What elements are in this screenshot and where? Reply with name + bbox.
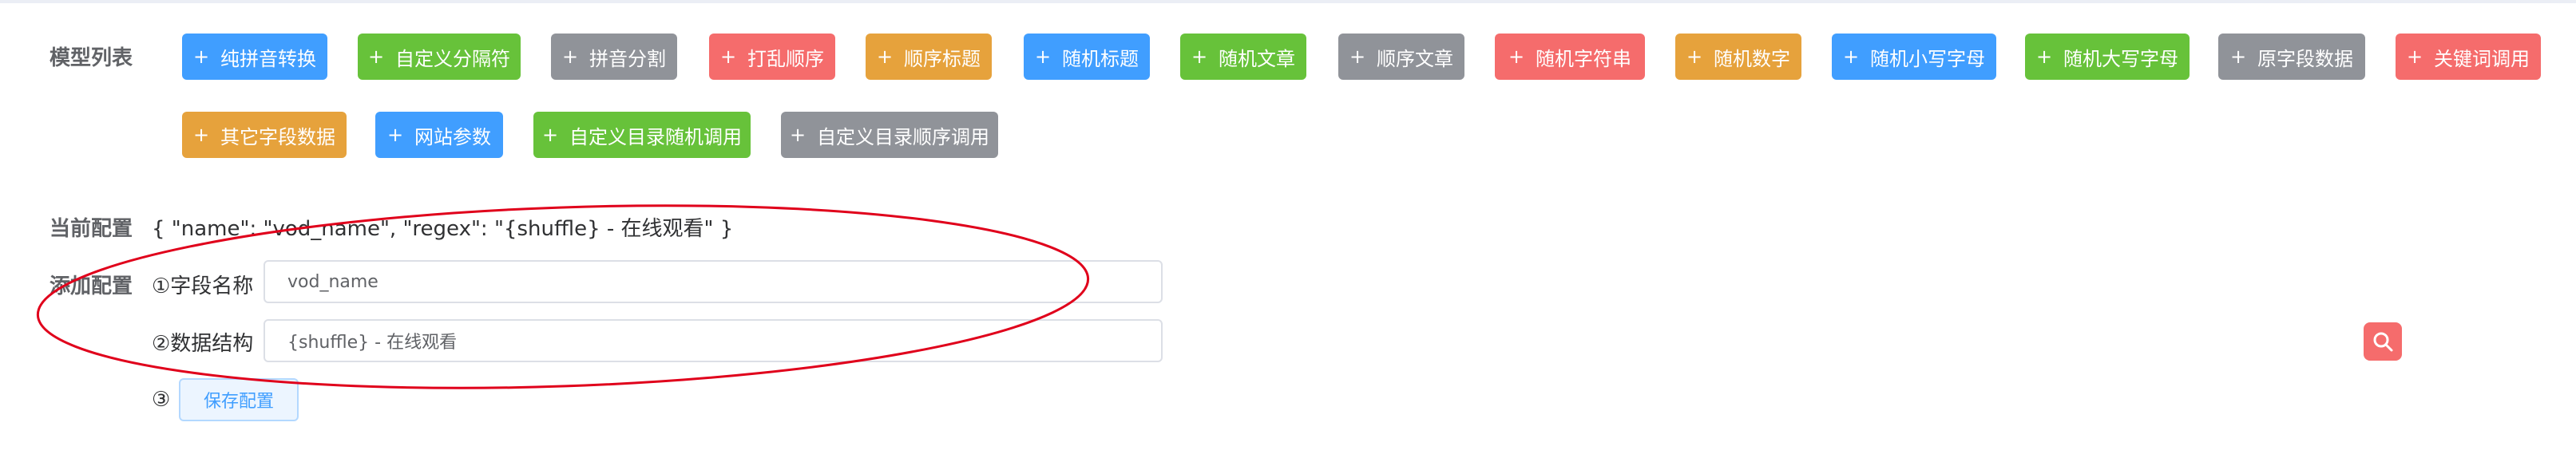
model-button-random-number[interactable]: + 随机数字 <box>1675 34 1801 80</box>
current-config-label: 当前配置 <box>50 217 133 241</box>
button-label: 打乱顺序 <box>747 47 825 70</box>
button-label: 网站参数 <box>414 125 492 148</box>
plus-icon: + <box>192 45 210 68</box>
button-label: 拼音分割 <box>589 47 667 70</box>
button-label: 原字段数据 <box>2257 47 2354 70</box>
button-label: 顺序文章 <box>1377 47 1454 70</box>
model-button-random-uppercase[interactable]: + 随机大写字母 <box>2025 34 2190 80</box>
plus-icon: + <box>1686 45 1703 68</box>
model-button-random-article[interactable]: + 随机文章 <box>1180 34 1306 80</box>
model-button-keyword-call[interactable]: + 关键词调用 <box>2396 34 2541 80</box>
plus-icon: + <box>2035 45 2053 68</box>
button-label: 纯拼音转换 <box>220 47 317 70</box>
button-label: 自定义目录随机调用 <box>569 125 743 148</box>
plus-icon: + <box>2229 45 2247 68</box>
search-button[interactable] <box>2364 322 2402 361</box>
button-label: 关键词调用 <box>2434 47 2530 70</box>
plus-icon: + <box>367 45 385 68</box>
button-label: 随机标题 <box>1062 47 1139 70</box>
button-label: 其它字段数据 <box>220 125 336 148</box>
model-button-other-field[interactable]: + 其它字段数据 <box>182 112 347 158</box>
model-button-original-field[interactable]: + 原字段数据 <box>2218 34 2365 80</box>
save-config-button[interactable]: 保存配置 <box>179 378 299 421</box>
plus-icon: + <box>561 45 579 68</box>
plus-icon: + <box>1034 45 1052 68</box>
button-label: 随机文章 <box>1219 47 1296 70</box>
model-button-sequential-title[interactable]: + 顺序标题 <box>866 34 992 80</box>
step3-label: ③ <box>152 388 171 412</box>
plus-icon: + <box>876 45 894 68</box>
plus-icon: + <box>386 124 404 146</box>
model-button-site-params[interactable]: + 网站参数 <box>375 112 503 158</box>
button-label: 顺序标题 <box>904 47 981 70</box>
button-label: 自定义分隔符 <box>395 47 511 70</box>
button-label: 随机数字 <box>1714 47 1791 70</box>
current-config-value: { "name": "vod_name", "regex": "{shuffle… <box>152 217 734 241</box>
model-button-random-title[interactable]: + 随机标题 <box>1024 34 1150 80</box>
plus-icon: + <box>789 124 806 146</box>
button-label: 随机大写字母 <box>2063 47 2179 70</box>
plus-icon: + <box>719 45 737 68</box>
field-name-label: ①字段名称 <box>152 274 254 298</box>
model-button-custom-separator[interactable]: + 自定义分隔符 <box>358 34 521 80</box>
model-list-label: 模型列表 <box>50 46 133 70</box>
model-button-random-string[interactable]: + 随机字符串 <box>1495 34 1645 80</box>
model-button-custom-dir-random[interactable]: + 自定义目录随机调用 <box>533 112 751 158</box>
data-structure-value: {shuffle} - 在线观看 <box>287 333 458 353</box>
plus-icon: + <box>1508 45 1525 68</box>
search-icon <box>2373 332 2393 352</box>
model-button-custom-dir-sequential[interactable]: + 自定义目录顺序调用 <box>781 112 998 158</box>
plus-icon: + <box>541 124 559 146</box>
model-button-pure-pinyin[interactable]: + 纯拼音转换 <box>182 34 327 80</box>
model-button-shuffle[interactable]: + 打乱顺序 <box>709 34 835 80</box>
data-structure-input[interactable]: {shuffle} - 在线观看 <box>264 319 1163 362</box>
field-name-input[interactable]: vod_name <box>264 260 1163 303</box>
button-label: 自定义目录顺序调用 <box>817 125 990 148</box>
plus-icon: + <box>1842 45 1860 68</box>
button-label: 随机字符串 <box>1536 47 1632 70</box>
model-button-random-lowercase[interactable]: + 随机小写字母 <box>1832 34 1996 80</box>
plus-icon: + <box>2406 45 2423 68</box>
button-label: 随机小写字母 <box>1870 47 1986 70</box>
field-name-value: vod_name <box>287 271 378 292</box>
plus-icon: + <box>1349 45 1366 68</box>
add-config-label: 添加配置 <box>50 274 133 298</box>
model-button-pinyin-split[interactable]: + 拼音分割 <box>551 34 677 80</box>
data-structure-label: ②数据结构 <box>152 332 254 356</box>
plus-icon: + <box>192 124 210 146</box>
plus-icon: + <box>1191 45 1208 68</box>
model-button-sequential-article[interactable]: + 顺序文章 <box>1338 34 1464 80</box>
top-divider <box>0 0 2576 3</box>
